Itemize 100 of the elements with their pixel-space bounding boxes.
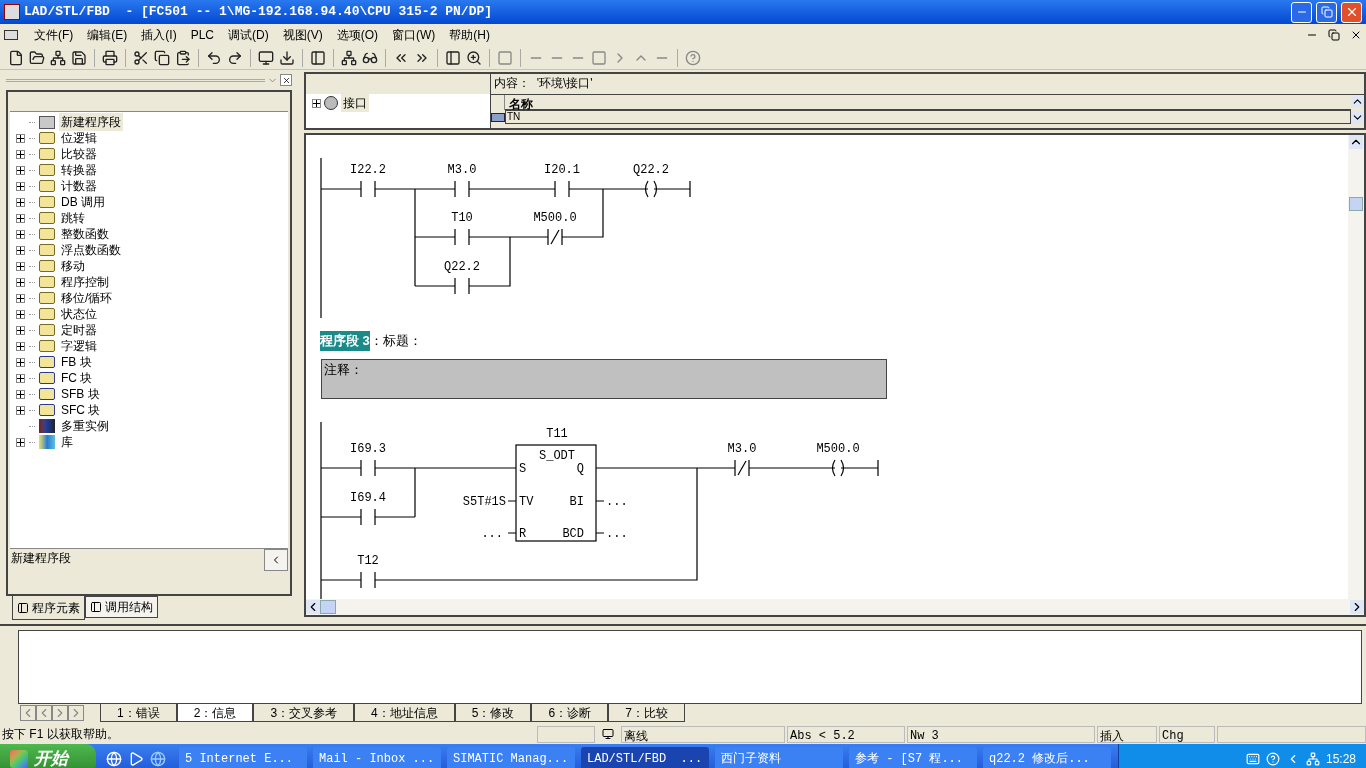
zoom-icon[interactable] [466,49,482,66]
expand-icon[interactable] [16,197,25,207]
taskbar-button[interactable]: SIMATIC Manag... [447,747,575,768]
tree-item[interactable]: 字逻辑 [59,337,99,355]
last-icon[interactable] [68,705,84,721]
scroll-thumb[interactable] [1349,197,1363,211]
tree-item[interactable]: 定时器 [59,321,99,339]
tree-item[interactable]: FC 块 [59,369,95,387]
copy-icon[interactable] [154,49,170,66]
scroll-thumb[interactable] [320,600,336,614]
scroll-right-icon[interactable] [1350,600,1364,614]
close-panel-button[interactable] [280,74,292,86]
expand-icon[interactable] [16,149,25,159]
tree-item[interactable]: 移动 [59,257,87,275]
taskbar-button[interactable]: LAD/STL/FBD ... [581,747,709,768]
tree-item[interactable]: 跳转 [59,209,87,227]
tree-item[interactable]: SFC 块 [59,401,103,419]
tree-item[interactable]: 整数函数 [59,225,111,243]
output-tab[interactable]: 4：地址信息 [354,704,455,722]
panel-tab[interactable]: 程序元素 [12,596,85,620]
panel-icon[interactable] [445,49,461,66]
network-icon[interactable] [50,49,66,66]
save-icon[interactable] [71,49,87,66]
menu-item[interactable]: 视图(V) [276,25,329,45]
tree-item[interactable]: 接口 [341,94,369,112]
menu-item[interactable]: 插入(I) [135,25,183,45]
expand-icon[interactable] [312,99,321,108]
expand-icon[interactable] [16,437,25,447]
network-number[interactable]: 程序段 3 [320,331,370,351]
expand-icon[interactable] [16,229,25,239]
download-icon[interactable] [279,49,295,66]
expand-icon[interactable] [16,261,25,271]
expand-icon[interactable] [16,373,25,383]
tree-item[interactable]: 多重实例 [59,417,111,435]
close-button[interactable] [1341,1,1362,23]
output-tab[interactable]: 1：错误 [100,704,177,722]
insert-button[interactable] [264,549,288,571]
output-tab[interactable]: 6：诊断 [531,704,609,722]
redo-icon[interactable] [227,49,243,66]
tree-item[interactable]: 计数器 [59,177,99,195]
scroll-up-icon[interactable] [1351,95,1364,108]
keyboard-icon[interactable] [1245,752,1260,766]
media-player-icon[interactable] [128,751,144,767]
panel-icon[interactable] [310,49,326,66]
tree-item[interactable]: 移位/循环 [59,289,115,307]
tree-item[interactable]: 状态位 [59,305,99,323]
expand-icon[interactable] [16,389,25,399]
output-tab[interactable]: 3：交叉参考 [253,704,355,722]
print-icon[interactable] [102,49,118,66]
undo-icon[interactable] [206,49,222,66]
tree-item[interactable]: FB 块 [59,353,94,371]
network-icon[interactable] [341,49,357,66]
expand-icon[interactable] [16,293,25,303]
expand-icon[interactable] [16,165,25,175]
output-tab[interactable]: 5：修改 [454,704,532,722]
first-icon[interactable] [20,705,36,721]
tree-item[interactable]: 新建程序段 [59,113,123,131]
menu-item[interactable]: 选项(O) [330,25,384,45]
tree-item[interactable]: 比较器 [59,145,99,163]
expand-icon[interactable] [16,133,25,143]
paste-icon[interactable] [175,49,191,66]
menu-item[interactable]: PLC [184,25,220,45]
restore-icon[interactable] [1328,29,1340,41]
taskbar-button[interactable]: Mail - Inbox ... [313,747,441,768]
taskbar-button[interactable]: 西门子资料 [715,747,843,768]
expand-icon[interactable] [16,245,25,255]
taskbar-button[interactable]: 参考 - [S7 程... [849,747,977,768]
taskbar-button[interactable]: 5 Internet E... [179,747,307,768]
expand-icon[interactable] [16,325,25,335]
expand-icon[interactable] [16,277,25,287]
next-icon[interactable] [52,705,68,721]
vertical-scrollbar[interactable] [1348,135,1364,599]
tree-item[interactable]: 浮点数函数 [59,241,123,259]
help-icon[interactable] [685,49,701,66]
tree-item[interactable]: 程序控制 [59,273,111,291]
close-icon[interactable] [1350,29,1362,41]
expand-icon[interactable] [16,181,25,191]
horizontal-scrollbar[interactable] [306,599,1364,615]
expand-icon[interactable] [16,309,25,319]
expand-icon[interactable] [16,213,25,223]
tree-item[interactable]: SFB 块 [59,385,102,403]
expand-icon[interactable] [16,341,25,351]
previous-icon[interactable] [36,705,52,721]
comment-field[interactable]: 注释： [321,359,887,399]
tree-item[interactable]: 位逻辑 [59,129,99,147]
tree-item[interactable]: 转换器 [59,161,99,179]
monitor-icon[interactable] [258,49,274,66]
menu-item[interactable]: 编辑(E) [81,25,134,45]
taskbar-button[interactable]: q22.2 修改后... [983,747,1111,768]
output-tab[interactable]: 7：比较 [608,704,685,722]
scroll-left-icon[interactable] [306,600,320,614]
expand-icon[interactable] [16,357,25,367]
menu-item[interactable]: 文件(F) [28,25,80,45]
open-folder-icon[interactable] [29,49,45,66]
menu-item[interactable]: 调试(D) [222,25,275,45]
scroll-up-icon[interactable] [1349,135,1363,149]
menu-item[interactable]: 窗口(W) [386,25,442,45]
tree-item[interactable]: DB 调用 [59,193,107,211]
menu-item[interactable]: 帮助(H) [443,25,496,45]
restore-button[interactable] [1316,1,1337,23]
